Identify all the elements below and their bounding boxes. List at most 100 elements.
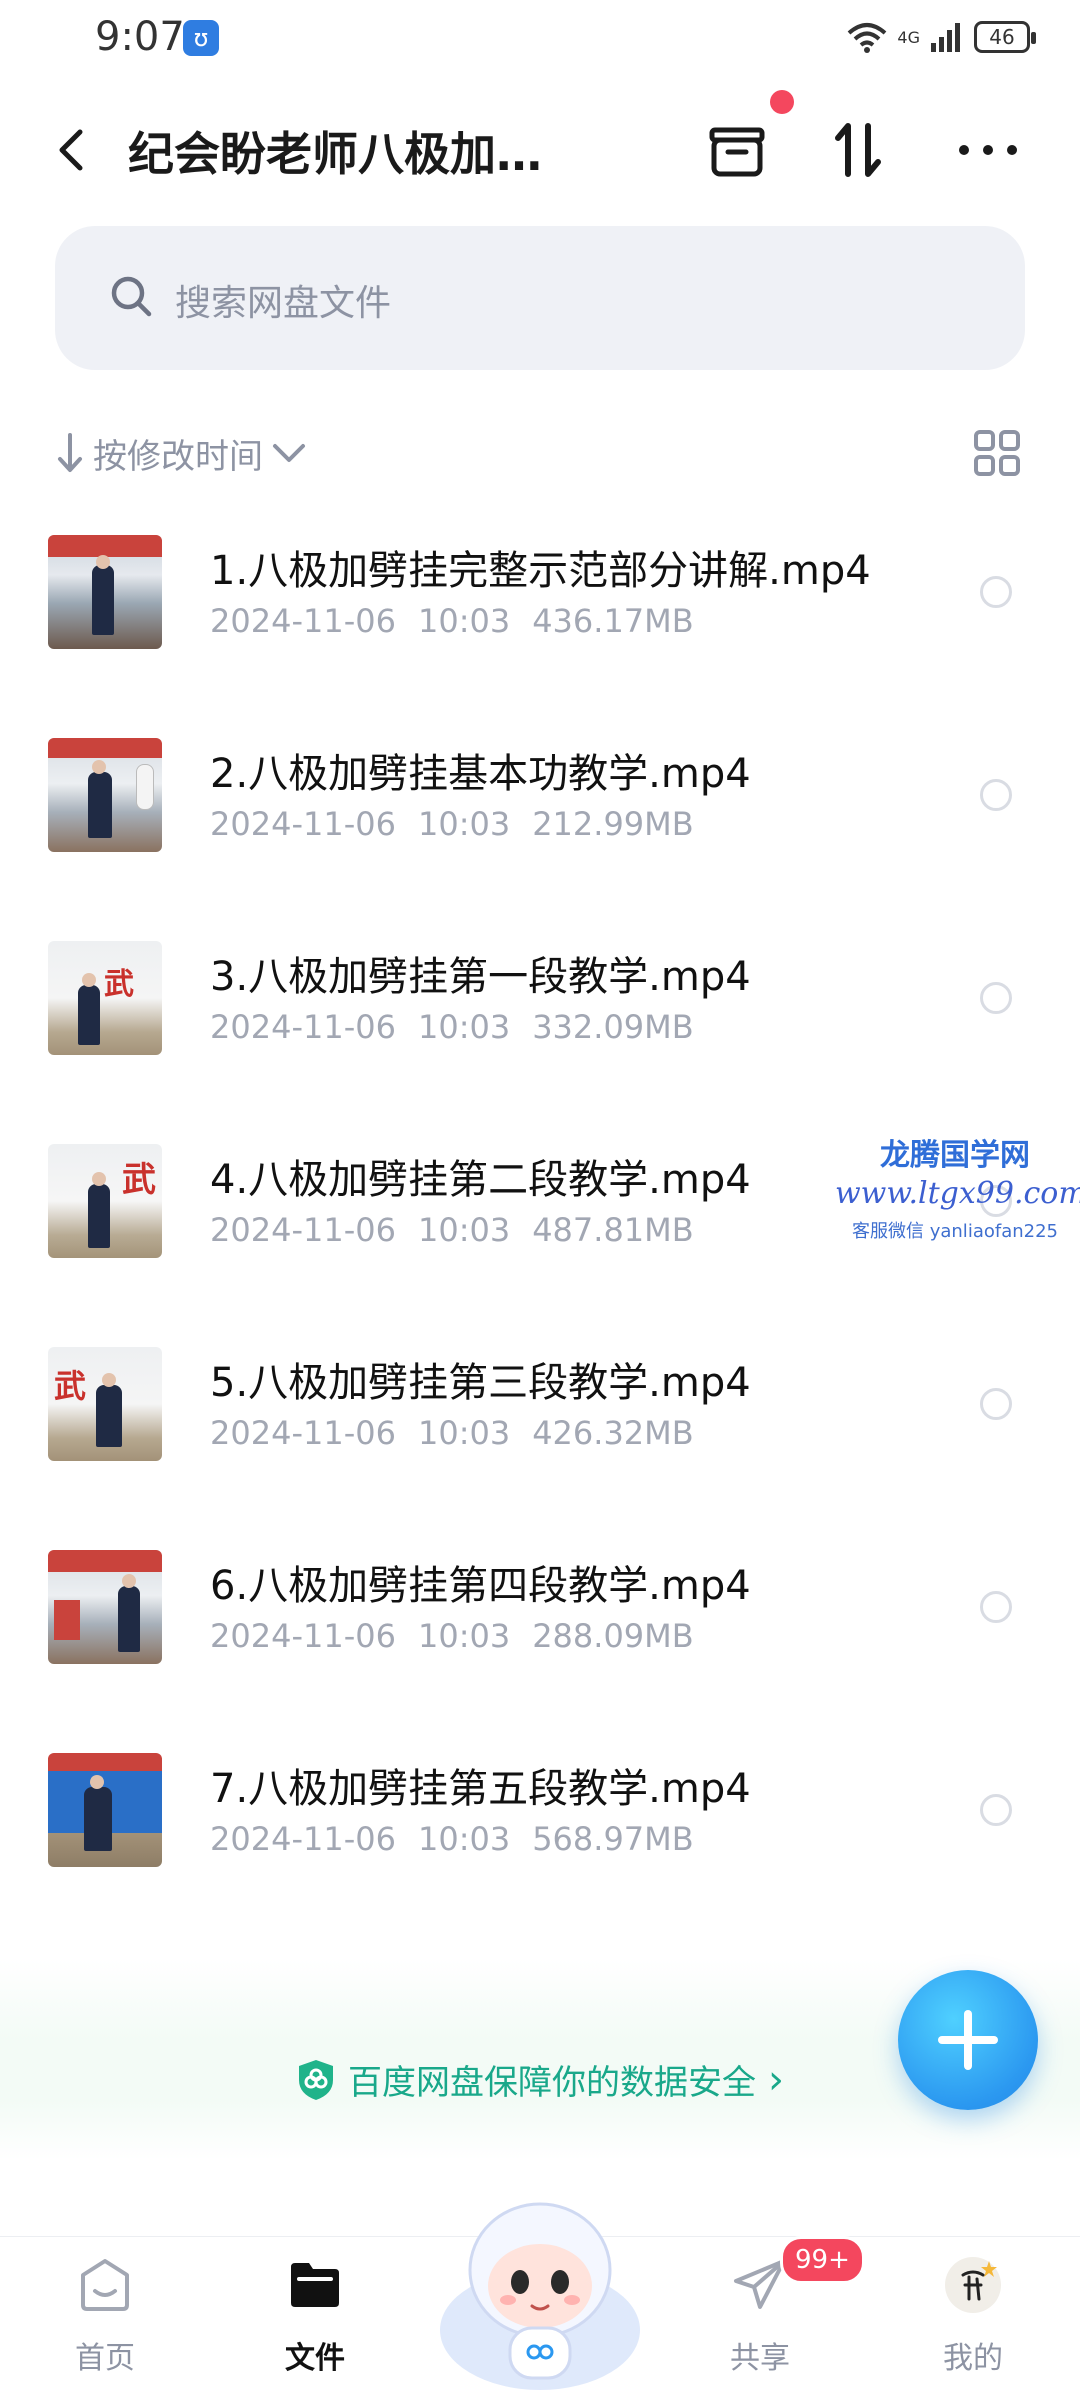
video-thumbnail: 武 xyxy=(48,1347,162,1461)
tab-home[interactable]: 首页 xyxy=(35,2255,175,2377)
video-thumbnail: 武 xyxy=(48,1144,162,1258)
file-size: 332.09MB xyxy=(532,1008,694,1046)
file-date: 2024-11-06 xyxy=(210,805,396,843)
file-name: 6.八极加劈挂第四段教学.mp4 xyxy=(210,1563,751,1609)
mascot-icon xyxy=(440,2202,640,2390)
file-meta: 2024-11-06 10:03 288.09MB xyxy=(210,1617,716,1655)
back-button[interactable] xyxy=(48,120,96,180)
file-date: 2024-11-06 xyxy=(210,1414,396,1452)
file-time: 10:03 xyxy=(417,1008,511,1046)
file-size: 487.81MB xyxy=(532,1211,694,1249)
tab-mine[interactable]: 我的 xyxy=(903,2255,1043,2377)
watermark-contact: 客服微信 yanliaofan225 xyxy=(852,1221,1058,1242)
file-row[interactable]: 2.八极加劈挂基本功教学.mp4 2024-11-06 10:03 212.99MB xyxy=(0,703,1080,906)
notification-app-icon: ʊ xyxy=(183,20,219,56)
file-row[interactable]: 6.八极加劈挂第四段教学.mp4 2024-11-06 10:03 288.09MB xyxy=(0,1515,1080,1718)
video-thumbnail xyxy=(48,738,162,852)
search-icon xyxy=(111,276,152,317)
file-size: 212.99MB xyxy=(532,805,694,843)
file-name: 1.八极加劈挂完整示范部分讲解.mp4 xyxy=(210,548,871,594)
select-checkbox[interactable] xyxy=(980,576,1012,608)
more-button[interactable] xyxy=(950,112,1026,188)
arrow-down-icon xyxy=(58,433,82,472)
notification-dot xyxy=(770,90,794,114)
watermark-title: 龙腾国学网 xyxy=(880,1138,1030,1173)
tab-home-label: 首页 xyxy=(75,2341,135,2376)
grid-view-button[interactable] xyxy=(972,428,1022,478)
wifi-icon xyxy=(848,23,887,53)
file-row[interactable]: 武 5.八极加劈挂第三段教学.mp4 2024-11-06 10:03 426.32… xyxy=(0,1312,1080,1515)
file-time: 10:03 xyxy=(417,602,511,640)
file-name: 7.八极加劈挂第五段教学.mp4 xyxy=(210,1766,751,1812)
tab-files[interactable]: 文件 xyxy=(245,2255,385,2377)
video-thumbnail xyxy=(48,1550,162,1664)
avatar xyxy=(945,2257,1001,2313)
file-meta: 2024-11-06 10:03 426.32MB xyxy=(210,1414,716,1452)
file-date: 2024-11-06 xyxy=(210,1820,396,1858)
status-time: 9:07 xyxy=(95,14,185,60)
sort-label: 按修改时间 xyxy=(93,436,263,477)
tab-share-label: 共享 xyxy=(730,2341,790,2376)
battery-indicator: 46 xyxy=(974,21,1036,53)
file-name: 4.八极加劈挂第二段教学.mp4 xyxy=(210,1157,751,1203)
file-row[interactable]: 1.八极加劈挂完整示范部分讲解.mp4 2024-11-06 10:03 436.1… xyxy=(0,500,1080,703)
video-thumbnail xyxy=(48,1753,162,1867)
tab-mine-label: 我的 xyxy=(943,2341,1003,2376)
file-time: 10:03 xyxy=(417,1414,511,1452)
file-name: 3.八极加劈挂第一段教学.mp4 xyxy=(210,954,751,1000)
file-meta: 2024-11-06 10:03 332.09MB xyxy=(210,1008,716,1046)
file-size: 426.32MB xyxy=(532,1414,694,1452)
trash-box-icon xyxy=(709,127,765,177)
grid-view-icon xyxy=(974,430,1020,476)
file-date: 2024-11-06 xyxy=(210,1211,396,1249)
recycle-bin-button[interactable] xyxy=(700,112,776,188)
security-banner-text: 百度网盘保障你的数据安全 xyxy=(348,2063,756,2103)
add-button[interactable] xyxy=(898,1970,1038,2110)
file-size: 436.17MB xyxy=(532,602,694,640)
transfer-icon xyxy=(835,123,881,177)
file-date: 2024-11-06 xyxy=(210,1617,396,1655)
sort-selector[interactable]: 按修改时间 xyxy=(55,428,307,478)
watermark-url: www.ltgx99.com xyxy=(835,1176,1080,1211)
file-row[interactable]: 武 3.八极加劈挂第一段教学.mp4 2024-11-06 10:03 332.09… xyxy=(0,906,1080,1109)
more-icon xyxy=(959,145,1017,155)
assistant-mascot-button[interactable] xyxy=(430,2160,650,2400)
file-name: 5.八极加劈挂第三段教学.mp4 xyxy=(210,1360,751,1406)
back-icon xyxy=(59,129,83,171)
select-checkbox[interactable] xyxy=(980,982,1012,1014)
file-meta: 2024-11-06 10:03 212.99MB xyxy=(210,805,716,843)
page-title: 纪会盼老师八极加… xyxy=(128,127,542,181)
status-indicators: 4G 46 xyxy=(847,16,1036,58)
select-checkbox[interactable] xyxy=(980,1591,1012,1623)
share-badge: 99+ xyxy=(780,2236,865,2284)
file-time: 10:03 xyxy=(417,1820,511,1858)
file-time: 10:03 xyxy=(417,1617,511,1655)
file-meta: 2024-11-06 10:03 436.17MB xyxy=(210,602,716,640)
file-size: 568.97MB xyxy=(532,1820,694,1858)
file-name: 2.八极加劈挂基本功教学.mp4 xyxy=(210,751,751,797)
home-icon xyxy=(81,2259,129,2311)
file-row[interactable]: 7.八极加劈挂第五段教学.mp4 2024-11-06 10:03 568.97MB xyxy=(0,1718,1080,1921)
file-date: 2024-11-06 xyxy=(210,602,396,640)
video-thumbnail: 武 xyxy=(48,941,162,1055)
file-time: 10:03 xyxy=(417,1211,511,1249)
signal-icon xyxy=(931,23,960,52)
file-size: 288.09MB xyxy=(532,1617,694,1655)
chevron-down-icon xyxy=(273,444,305,462)
select-checkbox[interactable] xyxy=(980,779,1012,811)
transfer-button[interactable] xyxy=(822,112,898,188)
search-bar[interactable]: 搜索网盘文件 xyxy=(55,226,1025,370)
select-checkbox[interactable] xyxy=(980,1794,1012,1826)
file-meta: 2024-11-06 10:03 568.97MB xyxy=(210,1820,716,1858)
watermark: 龙腾国学网 www.ltgx99.com 客服微信 yanliaofan225 xyxy=(835,1130,1080,1243)
file-meta: 2024-11-06 10:03 487.81MB xyxy=(210,1211,716,1249)
video-thumbnail xyxy=(48,535,162,649)
select-checkbox[interactable] xyxy=(980,1388,1012,1420)
network-type: 4G xyxy=(897,27,920,47)
folder-icon xyxy=(291,2263,339,2307)
search-placeholder: 搜索网盘文件 xyxy=(175,283,392,324)
tab-files-label: 文件 xyxy=(285,2341,345,2376)
plus-icon xyxy=(938,2010,998,2070)
file-date: 2024-11-06 xyxy=(210,1008,396,1046)
shield-icon xyxy=(299,2059,333,2100)
